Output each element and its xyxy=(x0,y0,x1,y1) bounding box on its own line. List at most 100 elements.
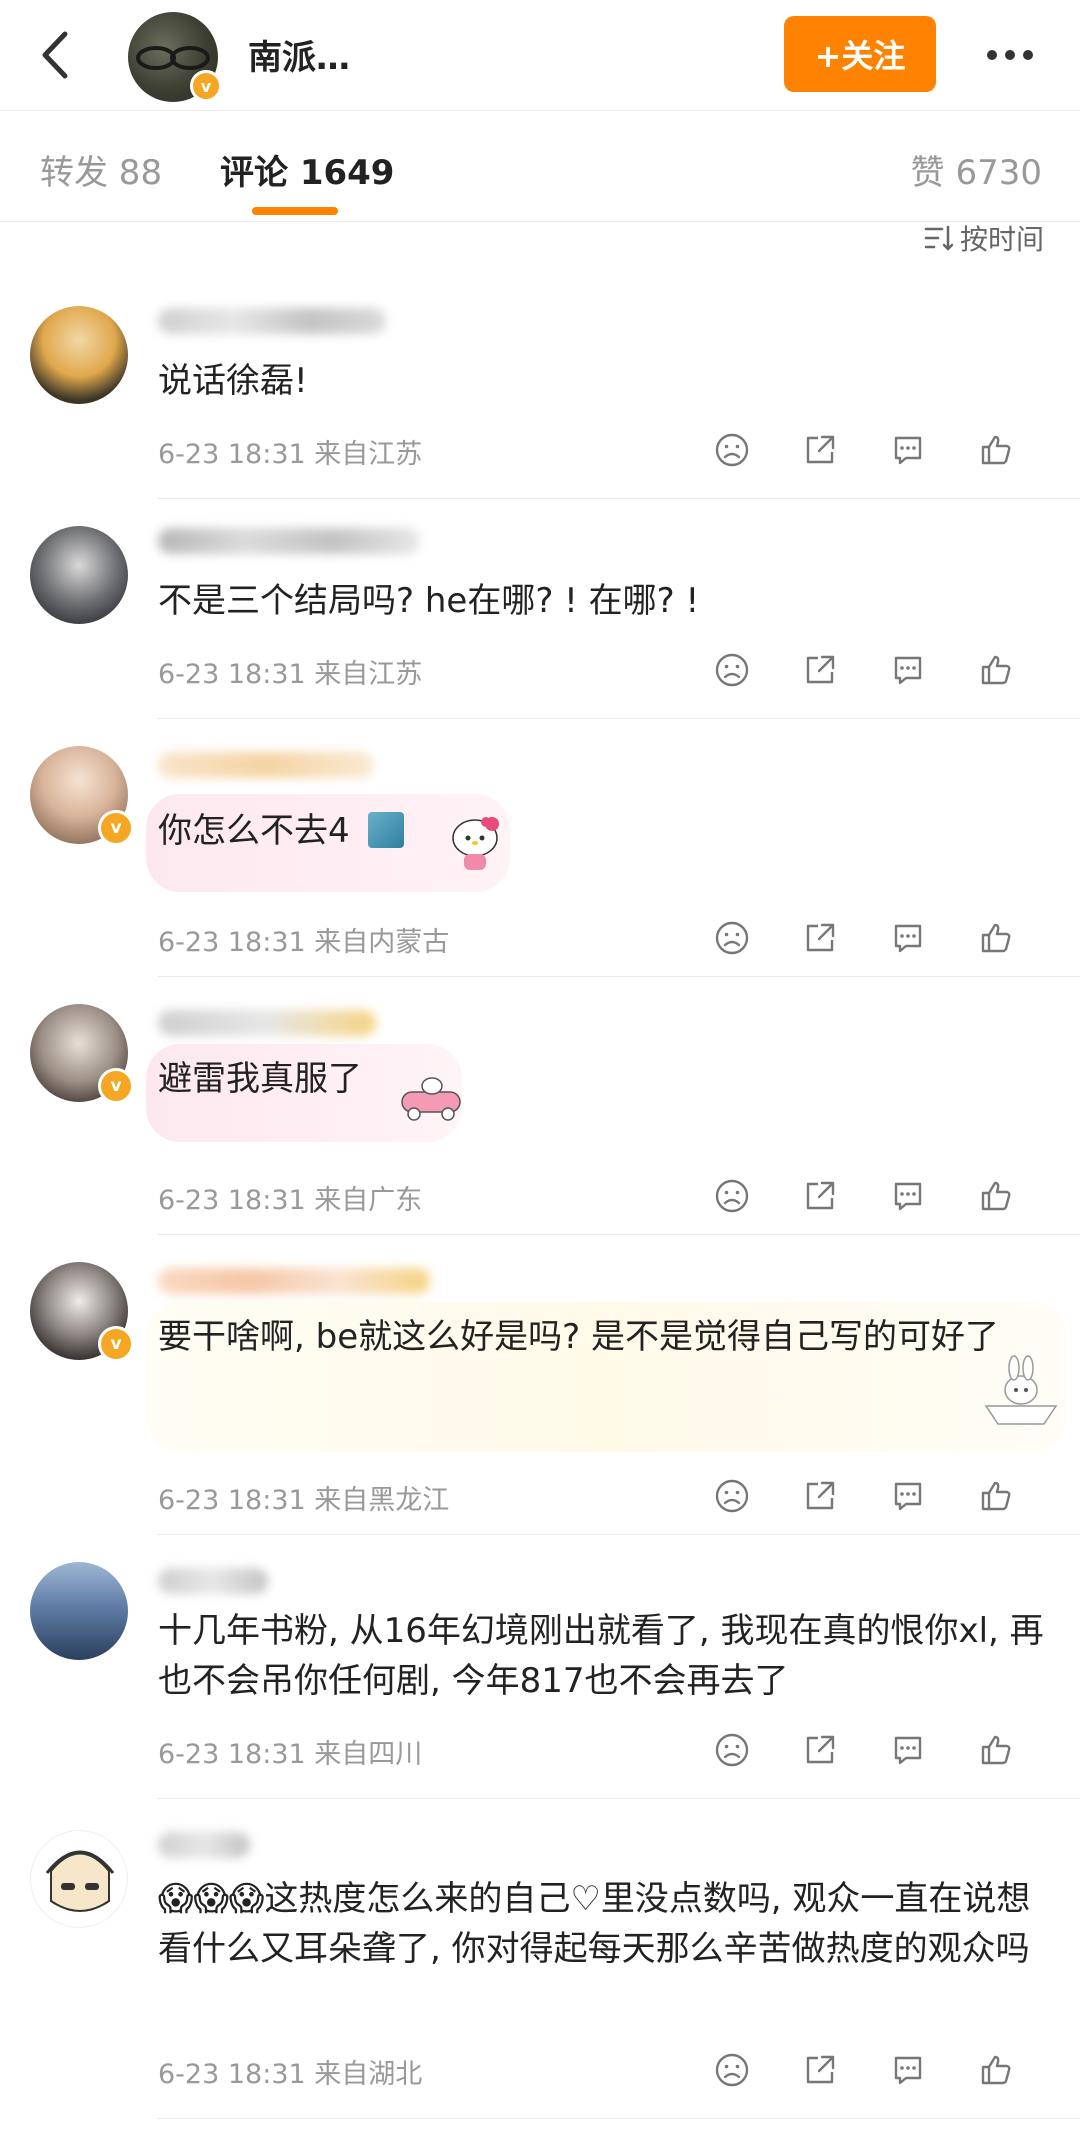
comment-meta: 6-23 18:31 来自内蒙古 xyxy=(158,927,450,958)
comment-divider xyxy=(158,976,1080,977)
comment-icon[interactable] xyxy=(888,2050,928,2090)
comment-divider xyxy=(158,2118,1080,2119)
dislike-face-icon[interactable] xyxy=(712,650,752,690)
like-thumb-icon[interactable] xyxy=(976,1476,1016,1516)
sort-icon xyxy=(924,225,954,251)
commenter-username[interactable] xyxy=(158,308,386,334)
tab-like[interactable]: 赞 6730 xyxy=(911,145,1042,194)
commenter-avatar[interactable] xyxy=(30,306,128,404)
square-emoji xyxy=(368,812,404,848)
comment-text: 十几年书粉, 从16年幻境刚出就看了, 我现在真的恨你xl, 再也不会吊你任何剧… xyxy=(158,1611,1044,1701)
dislike-face-icon[interactable] xyxy=(712,1730,752,1770)
comment-icon[interactable] xyxy=(888,1176,928,1216)
comment-icon[interactable] xyxy=(888,918,928,958)
like-thumb-icon[interactable] xyxy=(976,918,1016,958)
like-thumb-icon[interactable] xyxy=(976,1176,1016,1216)
comment-text: 😱😱😱这热度怎么来的自己♡里没点数吗, 观众一直在说想看什么又耳朵聋了, 你对得… xyxy=(158,1879,1031,1969)
dislike-face-icon[interactable] xyxy=(712,2050,752,2090)
comment-actions xyxy=(712,918,1016,958)
chevron-left-icon xyxy=(42,31,68,79)
comment-item: 😱😱😱这热度怎么来的自己♡里没点数吗, 观众一直在说想看什么又耳朵聋了, 你对得… xyxy=(0,1800,1080,2120)
comment-icon[interactable] xyxy=(888,1476,928,1516)
like-thumb-icon[interactable] xyxy=(976,1730,1016,1770)
comment-meta: 6-23 18:31 来自广东 xyxy=(158,1185,423,1216)
comment-text: 说话徐磊! xyxy=(158,361,308,401)
commenter-avatar[interactable] xyxy=(30,1830,128,1928)
tabs-divider xyxy=(0,221,1080,222)
like-thumb-icon[interactable] xyxy=(976,2050,1016,2090)
commenter-avatar[interactable] xyxy=(30,1562,128,1660)
comment-actions xyxy=(712,1176,1016,1216)
comment-actions xyxy=(712,2050,1016,2090)
comment-actions xyxy=(712,1730,1016,1770)
comment-meta: 6-23 18:31 来自江苏 xyxy=(158,659,423,690)
more-dots-icon[interactable] xyxy=(978,28,1042,82)
commenter-avatar[interactable]: v xyxy=(30,1004,134,1104)
comment-divider xyxy=(158,1534,1080,1535)
dislike-face-icon[interactable] xyxy=(712,1176,752,1216)
comment-icon[interactable] xyxy=(888,1730,928,1770)
commenter-username[interactable] xyxy=(158,528,420,554)
comment-actions xyxy=(712,650,1016,690)
author-avatar[interactable]: v xyxy=(128,12,222,102)
verified-badge: v xyxy=(98,1326,134,1362)
comment-item: v 避雷我真服了 6-23 18:31 来自广东 xyxy=(0,978,1080,1236)
comment-divider xyxy=(158,1798,1080,1799)
commenter-username[interactable] xyxy=(158,1832,250,1858)
dislike-face-icon[interactable] xyxy=(712,430,752,470)
comment-item: 不是三个结局吗? he在哪? ! 在哪? ! 6-23 18:31 来自江苏 xyxy=(0,500,1080,720)
active-tab-indicator xyxy=(252,207,338,215)
share-icon[interactable] xyxy=(800,650,840,690)
comment-text: 不是三个结局吗? he在哪? ! 在哪? ! xyxy=(158,581,700,621)
sort-by-time-button[interactable]: 按时间 xyxy=(924,218,1044,258)
comment-meta: 6-23 18:31 来自江苏 xyxy=(158,439,423,470)
dislike-face-icon[interactable] xyxy=(712,918,752,958)
verified-badge: v xyxy=(98,1068,134,1104)
tab-comment[interactable]: 评论 1649 xyxy=(220,145,394,194)
comment-icon[interactable] xyxy=(888,430,928,470)
bunny-boat-sticker xyxy=(984,1355,1058,1425)
commenter-username[interactable] xyxy=(158,1268,430,1294)
share-icon[interactable] xyxy=(800,430,840,470)
car-sticker xyxy=(401,1077,461,1121)
comment-divider xyxy=(158,718,1080,719)
comment-meta: 6-23 18:31 来自湖北 xyxy=(158,2059,423,2090)
back-button[interactable] xyxy=(24,22,84,88)
comment-item: v 你怎么不去4 6-23 18:31 来自内蒙古 xyxy=(0,720,1080,978)
tab-bar: 转发 88 评论 1649 赞 6730 xyxy=(0,111,1080,221)
sort-label: 按时间 xyxy=(959,223,1044,256)
comment-item: v 要干啥啊, be就这么好是吗? 是不是觉得自己写的可好了 6-23 18:3… xyxy=(0,1236,1080,1536)
comment-text: 要干啥啊, be就这么好是吗? 是不是觉得自己写的可好了 xyxy=(158,1317,999,1357)
follow-button[interactable]: +关注 xyxy=(784,16,936,92)
comment-divider xyxy=(158,1234,1080,1235)
share-icon[interactable] xyxy=(800,1176,840,1216)
commenter-username[interactable] xyxy=(158,752,374,778)
comment-text: 你怎么不去4 xyxy=(158,811,350,851)
top-bar: v 南派… +关注 xyxy=(0,0,1080,110)
commenter-avatar[interactable] xyxy=(30,526,128,624)
comment-meta: 6-23 18:31 来自四川 xyxy=(158,1739,423,1770)
tab-repost[interactable]: 转发 88 xyxy=(40,145,162,194)
commenter-username[interactable] xyxy=(158,1568,268,1594)
comment-actions xyxy=(712,430,1016,470)
verified-badge: v xyxy=(98,810,134,846)
dislike-face-icon[interactable] xyxy=(712,1476,752,1516)
comment-actions xyxy=(712,1476,1016,1516)
commenter-avatar[interactable]: v xyxy=(30,1262,134,1362)
comment-meta: 6-23 18:31 来自黑龙江 xyxy=(158,1485,450,1516)
share-icon[interactable] xyxy=(800,1476,840,1516)
commenter-avatar[interactable]: v xyxy=(30,746,134,846)
share-icon[interactable] xyxy=(800,2050,840,2090)
comment-icon[interactable] xyxy=(888,650,928,690)
commenter-username[interactable] xyxy=(158,1010,376,1036)
comment-item: 说话徐磊! 6-23 18:31 来自江苏 xyxy=(0,280,1080,500)
share-icon[interactable] xyxy=(800,1730,840,1770)
like-thumb-icon[interactable] xyxy=(976,430,1016,470)
comment-divider xyxy=(158,498,1080,499)
share-icon[interactable] xyxy=(800,918,840,958)
author-name[interactable]: 南派… xyxy=(248,30,350,79)
verified-badge: v xyxy=(190,70,222,102)
hello-kitty-sticker xyxy=(452,817,499,870)
like-thumb-icon[interactable] xyxy=(976,650,1016,690)
comment-text: 避雷我真服了 xyxy=(158,1059,362,1099)
